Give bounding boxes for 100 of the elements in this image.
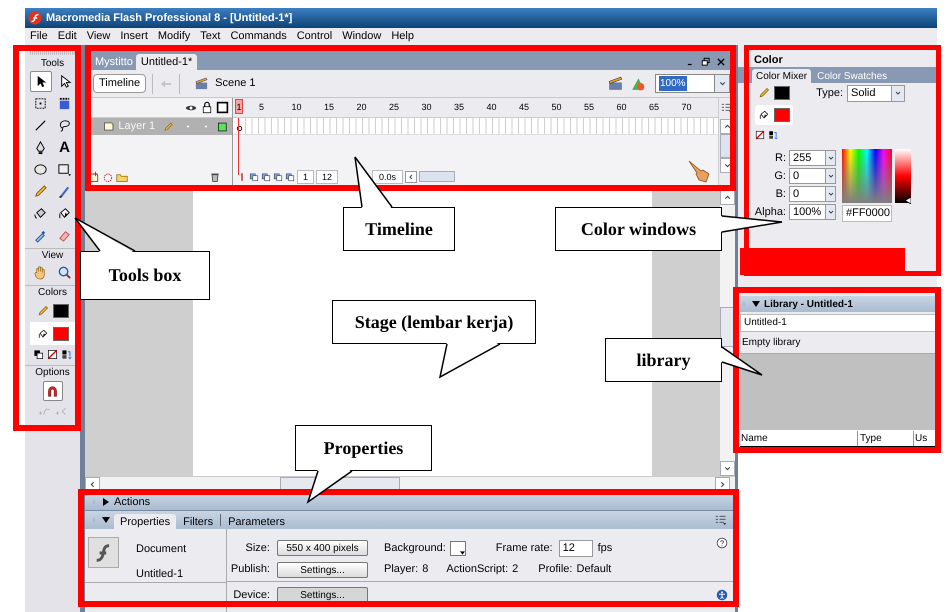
scroll-left-button[interactable] (405, 170, 418, 182)
value-field[interactable]: 0 (789, 168, 826, 184)
gradient-box-icon (57, 96, 72, 111)
expand-triangle-icon[interactable] (102, 498, 110, 506)
lock-icon[interactable] (201, 101, 213, 114)
field-label: R: (774, 150, 786, 166)
hex-field[interactable]: #FF0000 (842, 205, 892, 222)
scroll-right-icon (718, 480, 727, 488)
timeline-toggle-button[interactable]: Timeline (93, 74, 146, 93)
snap-button[interactable] (42, 381, 62, 401)
column-header[interactable]: Type (858, 431, 914, 446)
library-dropdown[interactable]: Untitled-1 (740, 314, 937, 332)
menu-item[interactable]: Edit (58, 28, 77, 45)
frame-rate-field[interactable]: 12 (558, 540, 593, 556)
type-dropdown[interactable]: Solid (847, 84, 905, 102)
line-icon (33, 118, 48, 133)
no-color-icon[interactable] (47, 348, 58, 360)
color-swatch[interactable] (774, 108, 790, 122)
frame-number: 20 (356, 100, 368, 114)
size-button[interactable]: 550 x 400 pixels (277, 540, 368, 556)
value-field[interactable]: 100% (789, 204, 826, 220)
dropdown-button[interactable] (826, 186, 836, 202)
slider-pointer-icon[interactable] (905, 196, 911, 204)
field-label: Publish: (230, 562, 270, 578)
background-color-button[interactable] (450, 540, 466, 556)
menu-item[interactable]: Window (342, 28, 382, 45)
field-label: B: (774, 186, 786, 202)
document-tab[interactable]: Untitled-1* (136, 54, 198, 70)
color-swatch[interactable] (52, 304, 68, 318)
scroll-thumb[interactable] (419, 171, 456, 182)
zoom-field[interactable]: 100% (655, 74, 715, 93)
scroll-down-icon (722, 161, 732, 170)
outline-square-icon[interactable] (216, 101, 229, 114)
menu-item[interactable]: Help (391, 28, 414, 45)
menu-item[interactable]: Insert (120, 28, 148, 45)
layer-name: Layer 1 (118, 119, 156, 134)
field-label: Size: (244, 540, 270, 556)
dropdown-button[interactable] (715, 74, 730, 93)
panel-tab[interactable]: Properties (114, 514, 176, 529)
add-guide-icon[interactable] (102, 170, 114, 182)
trash-icon[interactable] (209, 170, 221, 182)
value-field[interactable]: 255 (789, 150, 826, 166)
default-colors-icon[interactable] (33, 348, 44, 360)
swap-colors-icon[interactable] (61, 348, 72, 360)
brightness-slider[interactable] (895, 149, 911, 203)
color-swatch[interactable] (52, 326, 68, 340)
expand-triangle-icon[interactable] (752, 300, 760, 308)
panel-tab[interactable]: Color Mixer (752, 69, 812, 83)
unit-label: fps (598, 540, 612, 556)
help-icon[interactable] (716, 537, 728, 549)
scene-label[interactable]: Scene 1 (215, 75, 256, 92)
scroll-up-button[interactable] (720, 190, 735, 205)
document-name: Untitled-1 (136, 566, 184, 582)
dropdown-button[interactable] (826, 168, 836, 184)
elapsed-time: 0.0s (372, 170, 404, 184)
frame-number: 50 (552, 100, 563, 114)
dropdown-button[interactable] (826, 150, 836, 166)
panel-title[interactable]: Actions (114, 494, 150, 510)
pencil-icon (758, 87, 770, 99)
field-label: ActionScript: (446, 562, 508, 578)
menu-item[interactable]: File (30, 28, 48, 45)
panel-label: Tools (40, 57, 64, 70)
accessibility-icon[interactable] (716, 589, 728, 601)
menu-item[interactable]: Commands (230, 28, 287, 45)
panel-menu-icon[interactable] (715, 514, 727, 526)
restore-icon[interactable] (701, 57, 711, 67)
field-label: Alpha: (754, 204, 786, 220)
panel-tab[interactable]: Filters (180, 514, 216, 529)
playhead-line (238, 118, 239, 175)
column-header[interactable]: Name (740, 431, 858, 446)
panel-title[interactable]: Color (754, 54, 783, 67)
oval-icon (33, 162, 48, 177)
color-spectrum[interactable] (842, 149, 892, 203)
color-swatch[interactable] (774, 86, 790, 100)
swap-colors-icon[interactable] (768, 130, 778, 140)
outline-color-icon[interactable] (217, 120, 228, 132)
menu-item[interactable]: Modify (158, 28, 190, 45)
frame-number: 25 (389, 100, 400, 114)
field-label: G: (773, 168, 786, 184)
tool-button[interactable] (30, 71, 52, 92)
frame-number: 15 (324, 100, 336, 114)
column-header[interactable]: Us (914, 431, 928, 446)
field-label: Device: (232, 588, 270, 603)
scroll-up-icon (723, 193, 732, 202)
caret-icon (460, 550, 465, 554)
close-icon[interactable] (716, 57, 726, 67)
text-tool-button[interactable]: A (54, 137, 76, 158)
no-color-icon[interactable] (755, 130, 765, 140)
publish-settings-button[interactable]: Settings... (277, 562, 368, 578)
menu-item[interactable]: View (86, 28, 110, 45)
transform-box-icon (33, 96, 48, 111)
scroll-down-button[interactable] (720, 461, 735, 476)
value-field[interactable]: 0 (789, 186, 826, 202)
menu-item[interactable]: Control (296, 28, 332, 45)
dropdown-button[interactable] (826, 204, 836, 220)
clapper-icon[interactable] (607, 75, 624, 92)
playhead-marker[interactable]: 1 (235, 99, 243, 114)
panel-tab[interactable]: Parameters (225, 514, 288, 529)
menu-item[interactable]: Text (200, 28, 220, 45)
expand-triangle-icon[interactable] (102, 516, 110, 524)
